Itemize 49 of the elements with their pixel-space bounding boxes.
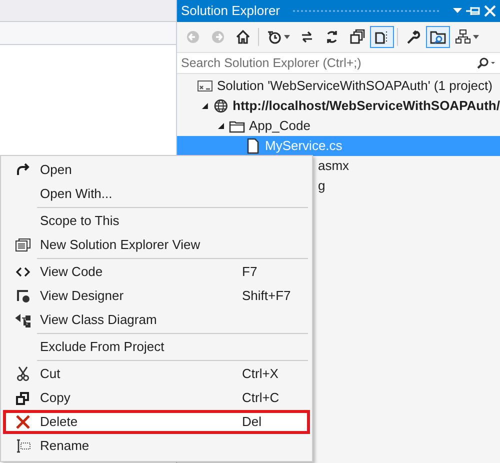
copy-icon [15, 390, 31, 406]
toolbar-button[interactable] [370, 26, 394, 48]
menu-item[interactable]: Scope to This [3, 209, 310, 233]
expanded-arrow-icon[interactable] [201, 102, 209, 110]
close-icon[interactable] [484, 5, 496, 17]
search-box[interactable]: Search Solution Explorer (Ctrl+;) [177, 52, 500, 74]
shortcut-text: Ctrl+C [242, 389, 280, 408]
wrench-icon [405, 29, 421, 45]
shortcut-text: F7 [242, 263, 258, 282]
stacked-windows-icon [349, 29, 365, 45]
sync-arrows-icon [299, 29, 315, 45]
refresh-icon [324, 29, 340, 45]
delete-x-icon [15, 414, 31, 430]
menu-item[interactable]: Open [3, 158, 310, 182]
shortcut-text: Shift+F7 [242, 287, 291, 306]
designer-icon [15, 288, 31, 304]
menu-item[interactable]: Open With... [3, 182, 310, 206]
folder-search-icon [430, 29, 446, 45]
menu-item[interactable]: Rename [3, 434, 310, 458]
menu-item[interactable]: View Class Diagram [3, 308, 310, 332]
menu-item[interactable]: View Code F7 [3, 260, 310, 284]
search-icon[interactable] [476, 57, 496, 69]
shortcut-text: Del [242, 413, 262, 432]
clock-icon [266, 29, 282, 45]
tree-item[interactable]: http://localhost/WebServiceWithSOAPAuth/ [177, 96, 500, 116]
dropdown-caret-icon[interactable] [453, 8, 462, 14]
tree-item[interactable]: App_Code [177, 116, 500, 136]
hierarchy-icon [455, 29, 471, 45]
redo-arrow-icon [15, 162, 31, 178]
panel-title: Solution Explorer [181, 2, 280, 20]
expanded-arrow-icon[interactable] [217, 122, 225, 130]
globe-icon [212, 98, 229, 114]
shortcut-text: Ctrl+X [242, 365, 278, 384]
menu-item[interactable]: Cut Ctrl+X [3, 362, 310, 386]
menu-item[interactable]: Delete Del [3, 410, 310, 434]
files-icon [374, 29, 390, 45]
menu-item[interactable]: Copy Ctrl+C [3, 386, 310, 410]
solution-icon [197, 78, 213, 94]
tree-item[interactable]: Solution 'WebServiceWithSOAPAuth' (1 project) [177, 76, 500, 96]
pin-icon[interactable] [466, 6, 480, 16]
home-icon [235, 29, 251, 45]
menu-item[interactable]: Exclude From Project [3, 335, 310, 359]
rename-icon [15, 438, 31, 454]
toolbar-button[interactable] [426, 26, 450, 48]
class-diagram-icon [15, 312, 31, 328]
menu-item[interactable]: View Designer Shift+F7 [3, 284, 310, 308]
scissors-icon [15, 366, 31, 382]
window-list-icon [15, 237, 31, 253]
menu-item[interactable]: New Solution Explorer View [3, 233, 310, 257]
